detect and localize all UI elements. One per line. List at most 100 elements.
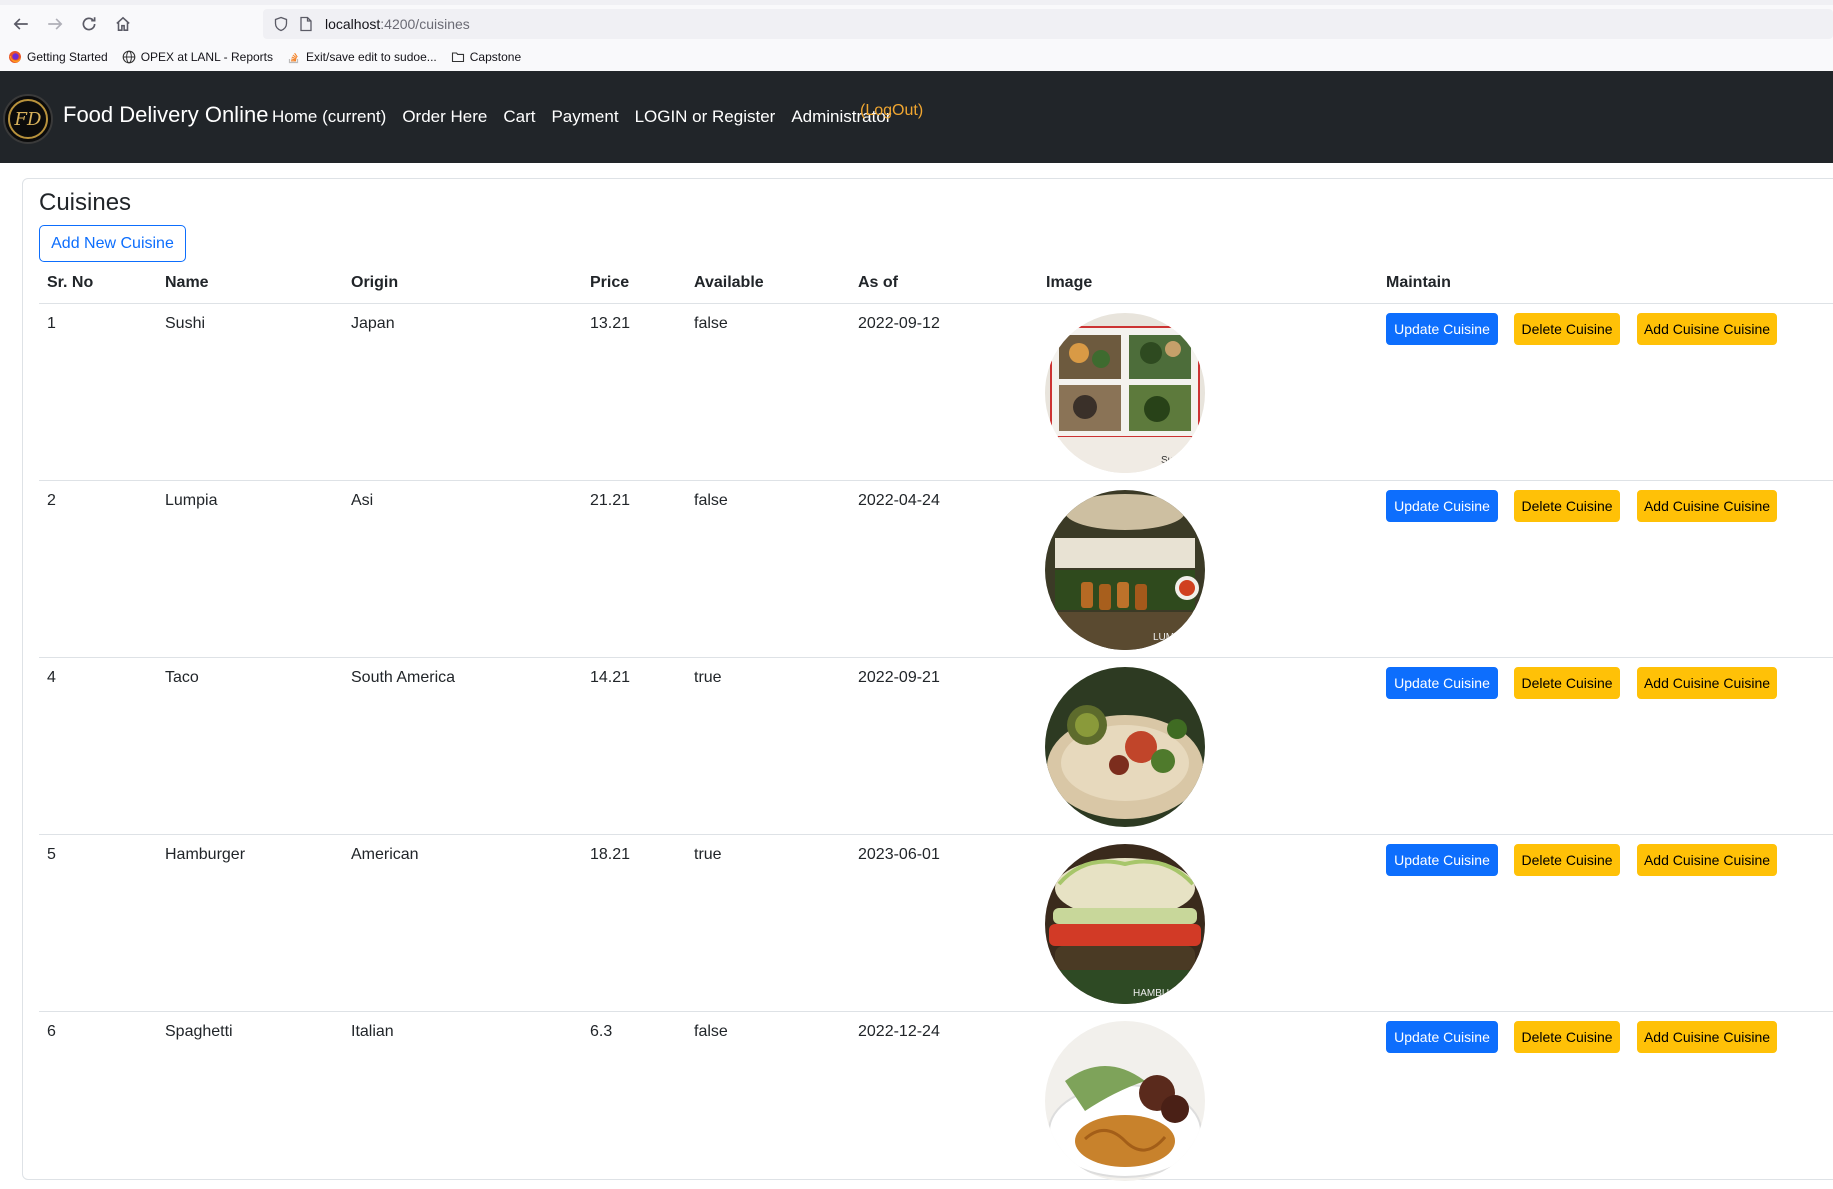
- add-cuisine-cuisine-button[interactable]: Add Cuisine Cuisine: [1637, 490, 1777, 522]
- bookmark-getting-started[interactable]: Getting Started: [8, 50, 108, 64]
- cell-name: Taco: [165, 669, 199, 686]
- page-title: Cuisines: [39, 189, 132, 216]
- cell-sr-no: 1: [47, 315, 56, 332]
- url-bar[interactable]: localhost:4200/cuisines: [263, 9, 1833, 39]
- cell-origin: Italian: [351, 1023, 394, 1040]
- delete-cuisine-button[interactable]: Delete Cuisine: [1514, 313, 1620, 345]
- delete-cuisine-button[interactable]: Delete Cuisine: [1514, 844, 1620, 876]
- cell-price: 6.3: [590, 1023, 613, 1040]
- bookmark-opex[interactable]: OPEX at LANL - Reports: [122, 50, 273, 64]
- update-cuisine-button[interactable]: Update Cuisine: [1386, 844, 1498, 876]
- table-row: 1 Sushi Japan 13.21 false 2022-09-12 Su …: [0, 304, 1833, 481]
- bookmark-label: Capstone: [469, 50, 522, 64]
- cell-origin: American: [351, 846, 419, 863]
- nav-login-register[interactable]: LOGIN or Register: [635, 107, 776, 127]
- url-path: :4200/cuisines: [380, 16, 470, 32]
- cell-origin: Asi: [351, 492, 374, 509]
- cell-available: false: [694, 1023, 728, 1040]
- add-new-cuisine-button[interactable]: Add New Cuisine: [39, 225, 186, 262]
- add-cuisine-cuisine-button[interactable]: Add Cuisine Cuisine: [1637, 313, 1777, 345]
- delete-cuisine-button[interactable]: Delete Cuisine: [1514, 667, 1620, 699]
- nav-cart[interactable]: Cart: [503, 107, 535, 127]
- cuisine-image-taco: [1045, 667, 1205, 827]
- cuisine-image-hamburger: HAMBU: [1045, 844, 1205, 1004]
- cuisine-image-spaghetti: [1045, 1021, 1205, 1181]
- image-caption: LUM: [1153, 632, 1174, 643]
- bookmark-capstone[interactable]: Capstone: [451, 50, 521, 64]
- add-cuisine-cuisine-button[interactable]: Add Cuisine Cuisine: [1637, 1021, 1777, 1053]
- cell-available: true: [694, 669, 722, 686]
- globe-icon: [122, 50, 136, 64]
- nav-order-here[interactable]: Order Here: [402, 107, 487, 127]
- update-cuisine-button[interactable]: Update Cuisine: [1386, 313, 1498, 345]
- add-cuisine-cuisine-button[interactable]: Add Cuisine Cuisine: [1637, 667, 1777, 699]
- header-sr-no: Sr. No: [47, 274, 94, 291]
- cell-name: Sushi: [165, 315, 206, 332]
- forward-button[interactable]: [38, 7, 72, 41]
- bookmark-label: Getting Started: [27, 50, 108, 64]
- bookmarks-bar: Getting Started OPEX at LANL - Reports E…: [0, 43, 1833, 72]
- table-row: 6 Spaghetti Italian 6.3 false 2022-12-24…: [0, 1012, 1833, 1189]
- url-host: localhost: [325, 16, 381, 32]
- folder-icon: [451, 50, 465, 64]
- delete-cuisine-button[interactable]: Delete Cuisine: [1514, 1021, 1620, 1053]
- cell-available: true: [694, 846, 722, 863]
- table-row: 5 Hamburger American 18.21 true 2023-06-…: [0, 835, 1833, 1012]
- nav-links: Home (current) Order Here Cart Payment L…: [272, 107, 907, 127]
- cell-as-of: 2022-12-24: [858, 1023, 940, 1040]
- cell-as-of: 2022-09-21: [858, 669, 940, 686]
- header-maintain: Maintain: [1386, 274, 1451, 291]
- bookmark-exit-save[interactable]: Exit/save edit to sudoe...: [287, 50, 437, 64]
- brand-logo[interactable]: FD: [3, 94, 53, 144]
- cell-as-of: 2022-04-24: [858, 492, 940, 509]
- cell-price: 21.21: [590, 492, 631, 509]
- cell-sr-no: 4: [47, 669, 56, 686]
- cuisine-image-lumpia: LUM: [1045, 490, 1205, 650]
- cell-sr-no: 5: [47, 846, 56, 863]
- header-name: Name: [165, 274, 209, 291]
- cell-sr-no: 6: [47, 1023, 56, 1040]
- header-price: Price: [590, 274, 630, 291]
- update-cuisine-button[interactable]: Update Cuisine: [1386, 667, 1498, 699]
- cell-as-of: 2022-09-12: [858, 315, 940, 332]
- header-origin: Origin: [351, 274, 399, 291]
- logo-monogram: FD: [8, 99, 48, 139]
- home-button[interactable]: [106, 7, 140, 41]
- cell-origin: South America: [351, 669, 456, 686]
- header-available: Available: [694, 274, 764, 291]
- cell-sr-no: 2: [47, 492, 56, 509]
- cell-origin: Japan: [351, 315, 395, 332]
- cell-as-of: 2023-06-01: [858, 846, 940, 863]
- cell-name: Hamburger: [165, 846, 246, 863]
- page-icon: [300, 16, 312, 32]
- table-row: 2 Lumpia Asi 21.21 false 2022-04-24 LUM …: [0, 481, 1833, 658]
- cuisine-image-sushi: Su: [1045, 313, 1205, 473]
- update-cuisine-button[interactable]: Update Cuisine: [1386, 490, 1498, 522]
- bookmark-label: OPEX at LANL - Reports: [140, 50, 273, 64]
- delete-cuisine-button[interactable]: Delete Cuisine: [1514, 490, 1620, 522]
- home-icon: [116, 16, 130, 31]
- forward-arrow-icon: [48, 18, 63, 30]
- shield-icon: [274, 16, 288, 32]
- image-caption: HAMBU: [1133, 988, 1169, 999]
- brand-name[interactable]: Food Delivery Online: [63, 102, 268, 128]
- update-cuisine-button[interactable]: Update Cuisine: [1386, 1021, 1498, 1053]
- cell-name: Spaghetti: [165, 1023, 233, 1040]
- back-button[interactable]: [4, 7, 38, 41]
- cell-price: 18.21: [590, 846, 631, 863]
- nav-home[interactable]: Home (current): [272, 107, 386, 127]
- reload-button[interactable]: [72, 7, 106, 41]
- app-navbar: FD Food Delivery Online Home (current) O…: [0, 71, 1833, 163]
- image-caption: Su: [1161, 455, 1173, 466]
- header-image: Image: [1046, 274, 1093, 291]
- stackoverflow-icon: [287, 50, 301, 64]
- cell-available: false: [694, 492, 728, 509]
- add-cuisine-cuisine-button[interactable]: Add Cuisine Cuisine: [1637, 844, 1777, 876]
- browser-toolbar: localhost:4200/cuisines: [0, 5, 1833, 43]
- nav-payment[interactable]: Payment: [551, 107, 618, 127]
- url-text: localhost:4200/cuisines: [325, 16, 470, 32]
- reload-icon: [82, 17, 96, 31]
- logout-link[interactable]: (LogOut): [860, 102, 923, 120]
- cell-name: Lumpia: [165, 492, 218, 509]
- cell-available: false: [694, 315, 728, 332]
